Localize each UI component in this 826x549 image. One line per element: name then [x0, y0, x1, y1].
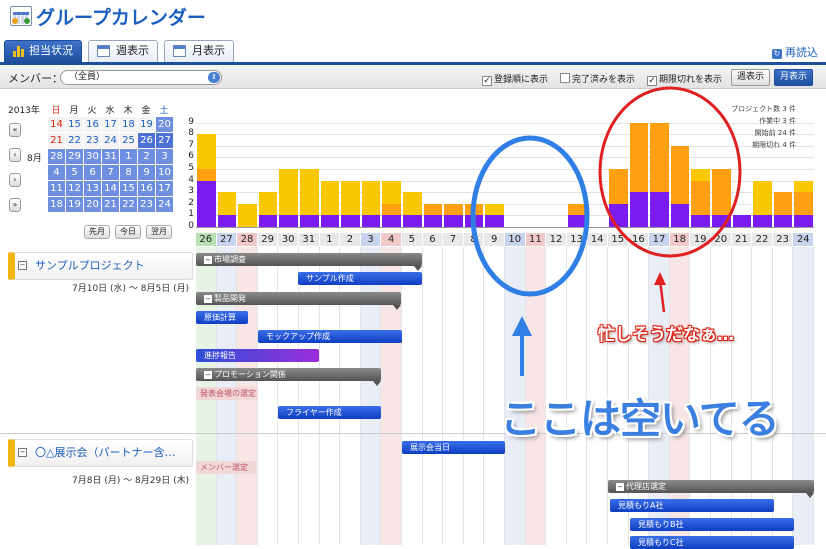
annotation-red-circle [598, 86, 742, 258]
annotation-overlay [470, 86, 742, 376]
annotation-red-arrow [654, 272, 666, 285]
annotation-blue-circle [470, 135, 590, 297]
annotation-free-text: ここは空いてる [500, 395, 780, 443]
annotation-blue-arrow [512, 316, 532, 336]
annotation-busy-text: 忙しそうだなぁ… [598, 325, 734, 345]
